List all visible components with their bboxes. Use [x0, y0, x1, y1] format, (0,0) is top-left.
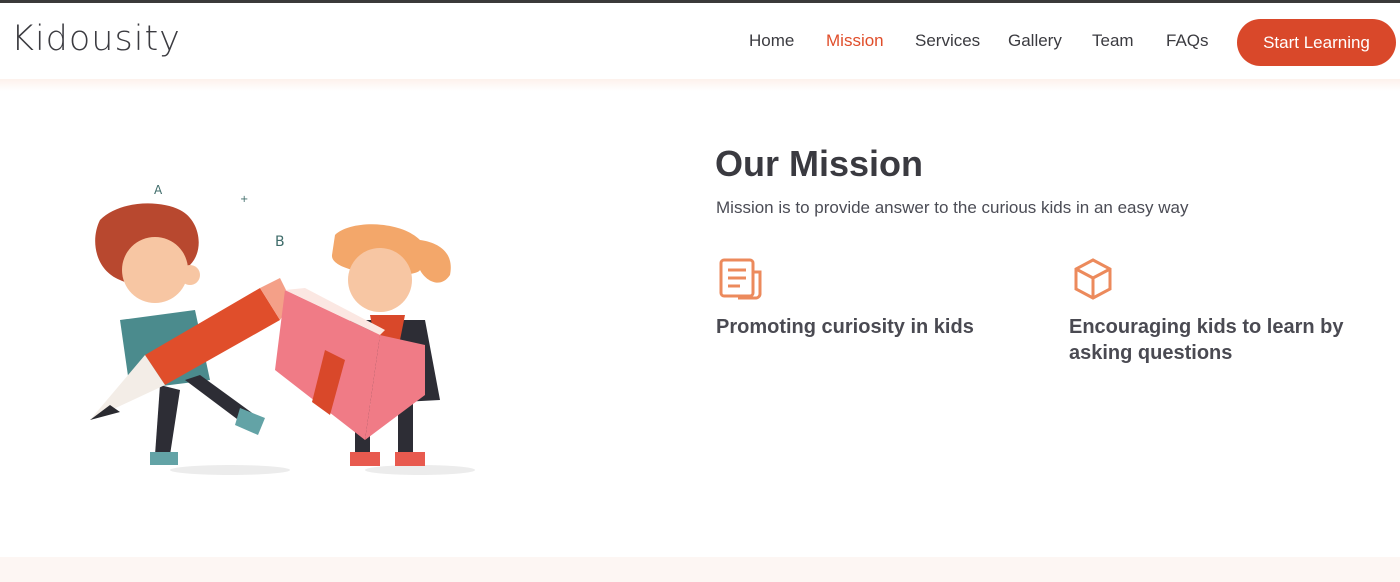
site-header: Kidousity Home Mission Services Gallery …: [0, 3, 1400, 79]
start-learning-button[interactable]: Start Learning: [1237, 19, 1396, 66]
header-shadow: [0, 79, 1400, 91]
nav-home[interactable]: Home: [749, 31, 794, 51]
nav-faqs[interactable]: FAQs: [1166, 31, 1209, 51]
feature-text: Promoting curiosity in kids: [716, 316, 974, 338]
svg-text:B: B: [275, 234, 285, 250]
cube-icon: [1074, 258, 1112, 300]
brand-logo[interactable]: Kidousity: [11, 19, 181, 59]
section-title: Our Mission: [715, 143, 924, 184]
section-subtitle: Mission is to provide answer to the curi…: [716, 198, 1189, 217]
svg-text:+: +: [240, 194, 248, 205]
next-section-band: [0, 557, 1400, 582]
document-icon: [719, 258, 762, 300]
nav-gallery[interactable]: Gallery: [1008, 31, 1062, 51]
nav-mission[interactable]: Mission: [826, 31, 884, 51]
feature-text: Encouraging kids to learn by asking ques…: [1069, 316, 1344, 364]
pencil-figure: [90, 278, 292, 420]
kids-illustration: A + B: [90, 183, 475, 475]
svg-text:A: A: [154, 183, 163, 197]
nav-services[interactable]: Services: [915, 31, 980, 51]
nav-team[interactable]: Team: [1092, 31, 1134, 51]
